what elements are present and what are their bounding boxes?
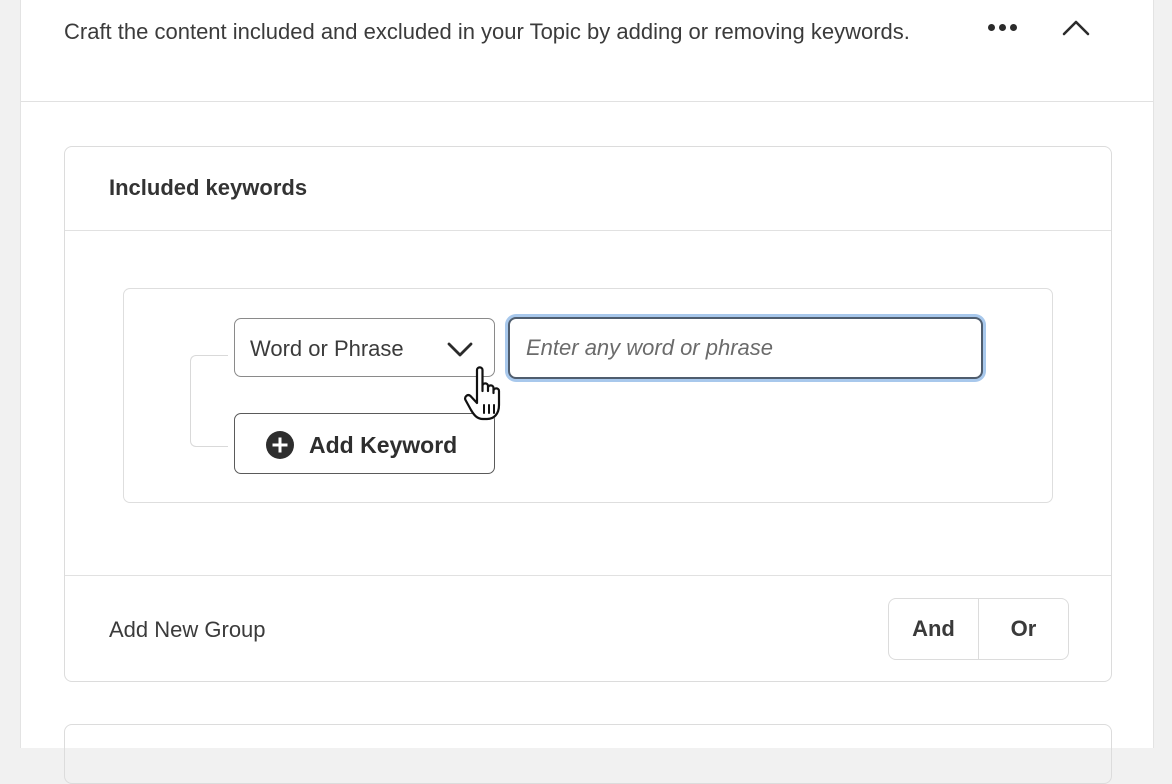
excluded-keywords-card [64, 724, 1112, 784]
chevron-up-icon [1062, 20, 1090, 36]
and-button[interactable]: And [889, 599, 978, 659]
more-dot [1009, 23, 1017, 31]
or-button[interactable]: Or [978, 599, 1068, 659]
keyword-input[interactable] [508, 317, 983, 379]
plus-circle-icon [266, 431, 294, 459]
group-connector [190, 355, 228, 447]
keyword-type-value: Word or Phrase [250, 336, 404, 361]
more-dot [998, 23, 1006, 31]
group-logic-toggle: And Or [888, 598, 1069, 660]
panel-description: Craft the content included and excluded … [64, 19, 910, 44]
add-keyword-button[interactable]: Add Keyword [234, 413, 495, 474]
more-options-button[interactable] [981, 12, 1023, 42]
keyword-type-select[interactable]: Word or Phrase [234, 318, 495, 377]
keyword-group: Word or Phrase Add Keyword [123, 288, 1053, 503]
topic-keywords-panel: Craft the content included and excluded … [20, 0, 1154, 784]
chevron-down-icon [447, 342, 473, 357]
add-new-group-label: Add New Group [109, 617, 266, 642]
card-title: Included keywords [109, 175, 308, 200]
included-keywords-card: Included keywords Word or Phrase Add Key… [64, 146, 1112, 682]
card-header: Included keywords [65, 147, 1111, 231]
add-keyword-label: Add Keyword [309, 432, 458, 458]
panel-header: Craft the content included and excluded … [21, 0, 1153, 102]
collapse-button[interactable] [1056, 10, 1096, 46]
card-footer: Add New Group And Or [65, 575, 1111, 681]
more-horizontal-icon [987, 23, 995, 31]
